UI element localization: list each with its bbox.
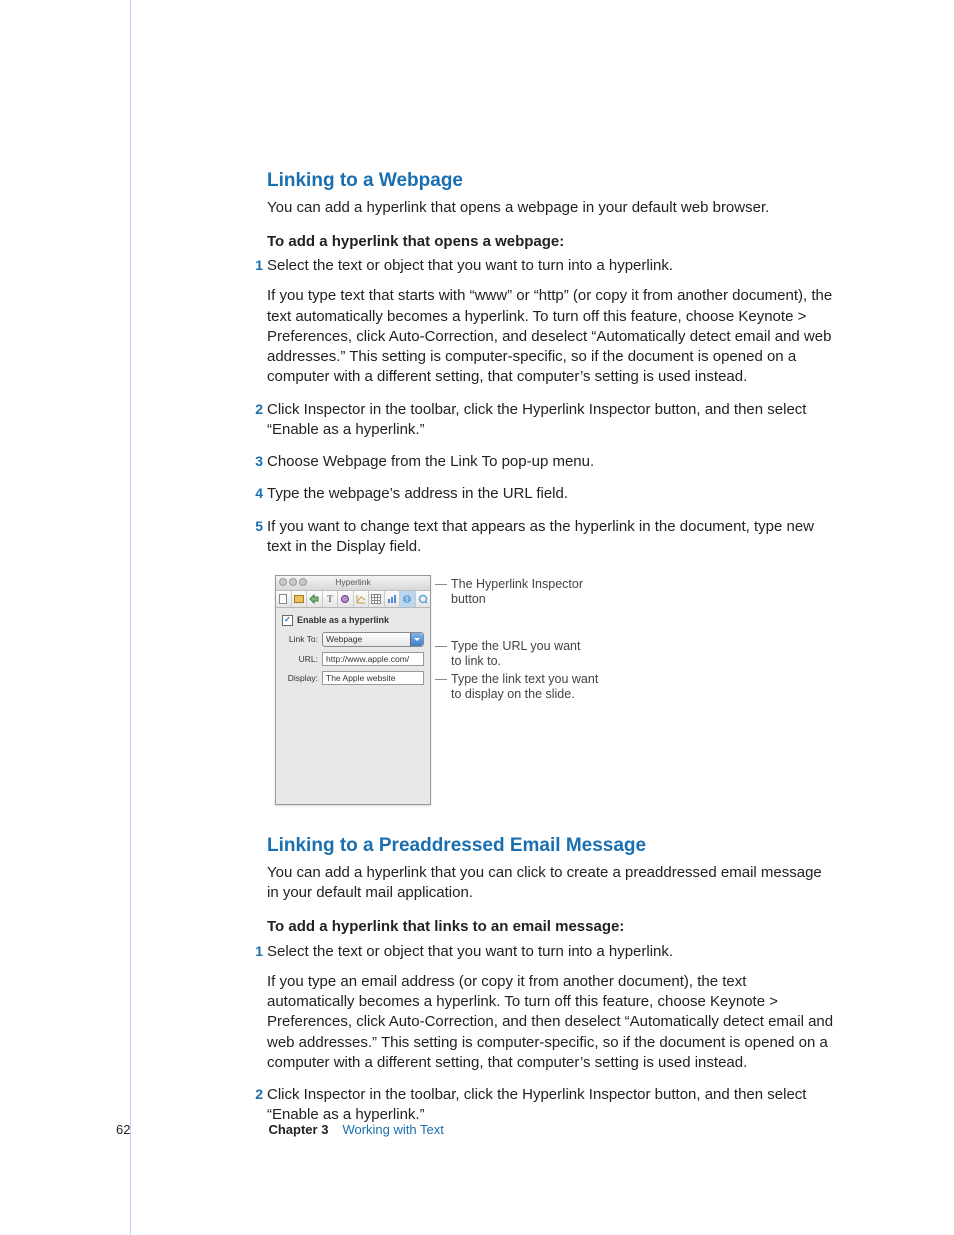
- section2-intro: You can add a hyperlink that you can cli…: [267, 863, 837, 904]
- linkto-select: Webpage: [322, 632, 424, 647]
- close-icon: [279, 578, 287, 586]
- text-inspector-icon: T: [323, 591, 339, 607]
- step-1-2: 2 Click Inspector in the toolbar, click …: [267, 400, 837, 441]
- chapter-label: Chapter 3: [268, 1121, 328, 1139]
- step-1-1: 1 Select the text or object that you wan…: [267, 256, 837, 388]
- step-2-1: 1 Select the text or object that you wan…: [267, 942, 837, 1074]
- step-text: If you type an email address (or copy it…: [267, 972, 837, 1073]
- step-number: 5: [249, 517, 263, 536]
- step-1-4: 4 Type the webpage’s address in the URL …: [267, 484, 837, 504]
- step-text: Click Inspector in the toolbar, click th…: [267, 1085, 837, 1126]
- enable-hyperlink-label: Enable as a hyperlink: [297, 614, 389, 626]
- enable-hyperlink-checkbox: ✓ Enable as a hyperlink: [282, 614, 424, 626]
- step-text: Select the text or object that you want …: [267, 256, 837, 276]
- step-text: Choose Webpage from the Link To pop-up m…: [267, 452, 837, 472]
- chapter-title: Working with Text: [342, 1121, 443, 1139]
- page-number: 62: [116, 1121, 130, 1139]
- graphic-inspector-icon: [338, 591, 354, 607]
- inspector-titlebar: Hyperlink: [276, 576, 430, 591]
- step-text: Select the text or object that you want …: [267, 942, 837, 962]
- step-number: 2: [249, 1085, 263, 1104]
- metrics-inspector-icon: [354, 591, 370, 607]
- inspector-toolbar: T: [276, 591, 430, 608]
- chart-inspector-icon: [385, 591, 401, 607]
- step-number: 3: [249, 452, 263, 471]
- minimize-icon: [289, 578, 297, 586]
- page-footer: 62 Chapter 3 Working with Text: [116, 1121, 444, 1139]
- hyperlink-inspector-panel: Hyperlink T ✓ Enable: [275, 575, 431, 805]
- callout-url: Type the URL you want to link to.: [441, 639, 591, 669]
- step-number: 2: [249, 400, 263, 419]
- linkto-label: Link To:: [282, 634, 322, 645]
- quicktime-inspector-icon: [416, 591, 431, 607]
- section2-lead: To add a hyperlink that links to an emai…: [267, 917, 837, 937]
- step-number: 1: [249, 942, 263, 961]
- step-2-2: 2 Click Inspector in the toolbar, click …: [267, 1085, 837, 1126]
- step-text: If you want to change text that appears …: [267, 517, 837, 558]
- dropdown-arrow-icon: [410, 633, 423, 646]
- section1-intro: You can add a hyperlink that opens a web…: [267, 198, 837, 218]
- url-label: URL:: [282, 654, 322, 665]
- slide-inspector-icon: [292, 591, 308, 607]
- svg-text:T: T: [327, 594, 333, 604]
- display-field: The Apple website: [322, 671, 424, 685]
- step-number: 1: [249, 256, 263, 275]
- hyperlink-inspector-figure: Hyperlink T ✓ Enable: [275, 575, 837, 805]
- inspector-title: Hyperlink: [335, 577, 370, 588]
- step-1-5: 5 If you want to change text that appear…: [267, 517, 837, 558]
- step-1-3: 3 Choose Webpage from the Link To pop-up…: [267, 452, 837, 472]
- step-text: Click Inspector in the toolbar, click th…: [267, 400, 837, 441]
- section1-lead: To add a hyperlink that opens a webpage:: [267, 232, 837, 252]
- callout-display: Type the link text you want to display o…: [441, 672, 601, 702]
- step-number: 4: [249, 484, 263, 503]
- display-label: Display:: [282, 673, 322, 684]
- section-heading-email: Linking to a Preaddressed Email Message: [267, 833, 837, 859]
- build-inspector-icon: [307, 591, 323, 607]
- checkbox-icon: ✓: [282, 615, 293, 626]
- window-traffic-lights: [279, 578, 307, 586]
- table-inspector-icon: [369, 591, 385, 607]
- section-heading-webpage: Linking to a Webpage: [267, 168, 837, 194]
- step-text: Type the webpage’s address in the URL fi…: [267, 484, 837, 504]
- page-left-rule: [130, 0, 131, 1235]
- doc-inspector-icon: [276, 591, 292, 607]
- callout-inspector-button: The Hyperlink Inspector button: [441, 577, 591, 607]
- url-field: http://www.apple.com/: [322, 652, 424, 666]
- linkto-value: Webpage: [326, 634, 362, 644]
- hyperlink-inspector-icon: [400, 591, 416, 607]
- step-text: If you type text that starts with “www” …: [267, 286, 837, 387]
- zoom-icon: [299, 578, 307, 586]
